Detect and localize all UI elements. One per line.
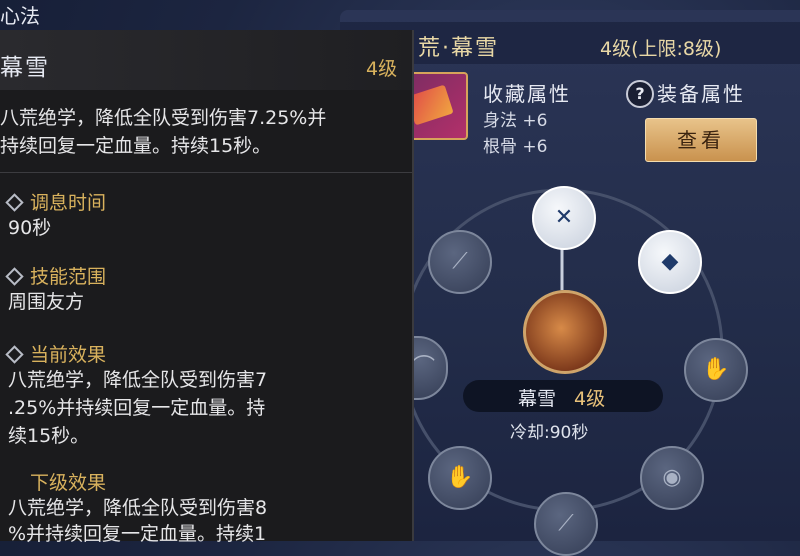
skill-node-icon: ⟋ [558,511,574,536]
panel-title: 荒·幕雪 [418,36,499,61]
tooltip-description-line: 八荒绝学，降低全队受到伤害7.25%并 [0,107,327,129]
skill-node-icon: ◆ [661,249,679,274]
skill-node-lower-left[interactable]: ✋ [428,446,492,510]
section-range-label: 技能范围 [30,266,107,288]
section-cooldown-label: 调息时间 [30,192,107,214]
skill-node-upper-left[interactable]: ⟋ [428,230,492,294]
tooltip-divider [0,172,412,173]
skill-node-upper-right[interactable]: ◆ [638,230,702,294]
skill-node-icon: ✋ [702,357,730,382]
skill-node-icon: ✕ [554,205,574,230]
section-label: 心法 [0,4,40,28]
cooldown-text: 冷却:90秒 [510,423,589,443]
tooltip-header [0,30,412,90]
selected-skill-level: 4级 [574,388,606,410]
stat-agility: 身法 +6 [483,111,548,131]
skill-node-top[interactable]: ✕ [532,186,596,250]
skill-node-lower-right[interactable]: ◉ [640,446,704,510]
skill-node-right[interactable]: ✋ [684,338,748,402]
help-icon[interactable]: ? [626,80,654,108]
skill-node-icon: ◉ [662,465,682,490]
section-next-effect-line: 八荒绝学，降低全队受到伤害8 [8,497,268,519]
selected-skill-name: 幕雪 [518,388,557,410]
section-next-effect-line: %并持续回复一定血量。持续1 [8,523,267,545]
equip-attributes-title: 装备属性 [657,82,745,106]
tooltip-description-line: 持续回复一定血量。持续15秒。 [0,135,272,157]
skill-node-bottom[interactable]: ⟋ [534,492,598,556]
skill-label-bar [463,380,663,412]
section-cooldown-value: 90秒 [8,217,52,239]
skill-node-icon: ✋ [446,465,474,490]
skill-node-icon: ⟋ [452,249,468,274]
section-next-effect-label: 下级效果 [30,472,107,494]
stat-constitution: 根骨 +6 [483,137,548,157]
section-current-effect-label: 当前效果 [30,344,107,366]
selected-skill-icon[interactable] [523,290,607,374]
tooltip-level: 4级 [366,58,398,80]
panel-level: 4级(上限:8级) [600,38,722,60]
section-current-effect-line: .25%并持续回复一定血量。持 [8,397,266,419]
section-current-effect-line: 续15秒。 [8,425,90,447]
section-range-value: 周围友方 [8,291,85,313]
collect-attributes-title: 收藏属性 [483,82,571,106]
view-button[interactable]: 查看 [645,118,757,162]
section-current-effect-line: 八荒绝学，降低全队受到伤害7 [8,369,268,391]
tooltip-title: 幕雪 [0,55,50,81]
